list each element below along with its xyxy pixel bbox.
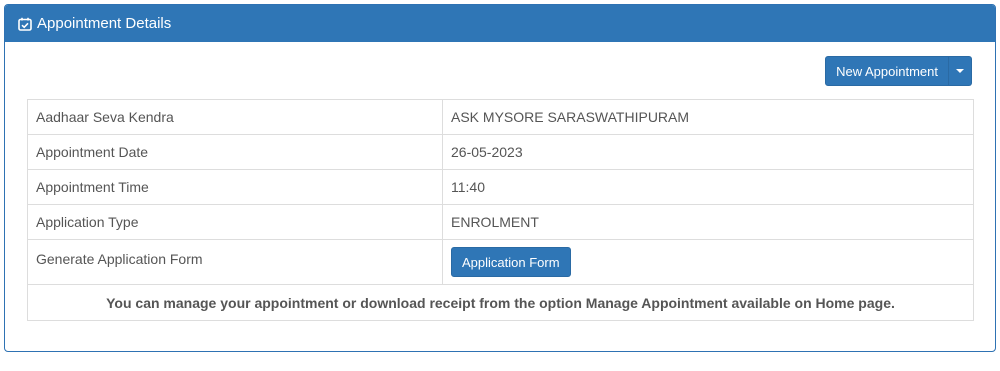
- panel-title: Appointment Details: [37, 15, 172, 32]
- panel-heading: Appointment Details: [5, 5, 995, 42]
- row-label-application-type: Application Type: [27, 204, 443, 240]
- manage-appointment-note: You can manage your appointment or downl…: [27, 284, 974, 321]
- row-value-generate-form: Application Form: [442, 239, 974, 285]
- new-appointment-button-group: New Appointment: [825, 56, 972, 86]
- table-row: You can manage your appointment or downl…: [27, 284, 974, 321]
- table-row: Application Type ENROLMENT: [27, 204, 974, 240]
- application-form-button[interactable]: Application Form: [451, 247, 571, 277]
- appointment-details-table: Aadhaar Seva Kendra ASK MYSORE SARASWATH…: [27, 99, 974, 321]
- new-appointment-dropdown-toggle[interactable]: [949, 56, 972, 86]
- calendar-check-icon: [18, 17, 32, 31]
- appointment-details-panel: Appointment Details New Appointment Aadh…: [4, 4, 996, 352]
- row-label-appointment-time: Appointment Time: [27, 169, 443, 205]
- table-row: Aadhaar Seva Kendra ASK MYSORE SARASWATH…: [27, 99, 974, 135]
- row-value-appointment-date: 26-05-2023: [442, 134, 974, 170]
- row-label-appointment-date: Appointment Date: [27, 134, 443, 170]
- row-label-seva-kendra: Aadhaar Seva Kendra: [27, 99, 443, 135]
- table-row: Appointment Time 11:40: [27, 169, 974, 205]
- new-appointment-button[interactable]: New Appointment: [825, 56, 949, 86]
- caret-down-icon: [956, 69, 964, 73]
- row-value-seva-kendra: ASK MYSORE SARASWATHIPURAM: [442, 99, 974, 135]
- row-value-application-type: ENROLMENT: [442, 204, 974, 240]
- table-row: Appointment Date 26-05-2023: [27, 134, 974, 170]
- row-label-generate-form: Generate Application Form: [27, 239, 443, 285]
- table-row: Generate Application Form Application Fo…: [27, 239, 974, 285]
- row-value-appointment-time: 11:40: [442, 169, 974, 205]
